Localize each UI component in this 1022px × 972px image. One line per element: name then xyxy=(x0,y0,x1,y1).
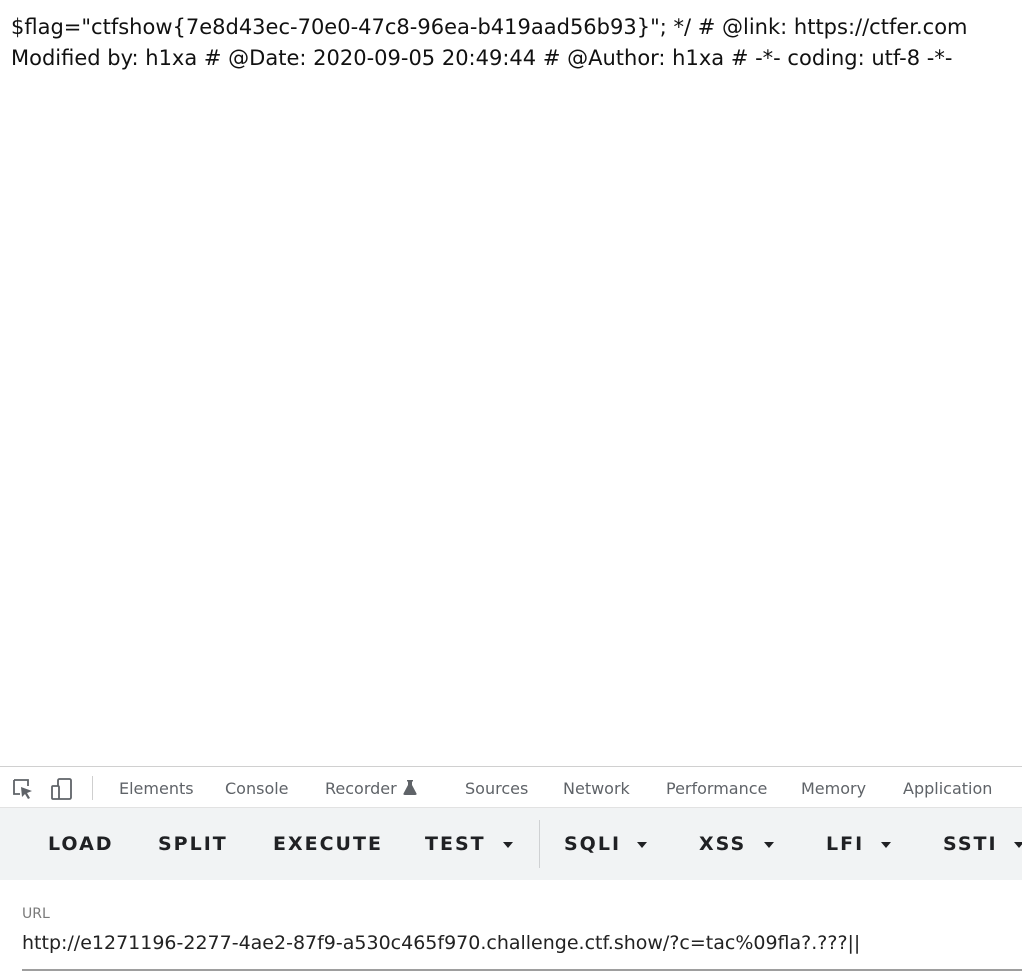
url-label: URL xyxy=(22,906,50,922)
sqli-menu-button[interactable]: SQLI xyxy=(564,833,621,855)
source-comment-line: Modified by: h1xa # @Date: 2020-09-05 20… xyxy=(11,46,953,70)
tab-sources[interactable]: Sources xyxy=(465,779,528,798)
sqli-dropdown-icon[interactable] xyxy=(637,842,647,848)
tab-console[interactable]: Console xyxy=(225,779,289,798)
ssti-dropdown-icon[interactable] xyxy=(1014,842,1022,848)
tab-application[interactable]: Application xyxy=(903,779,992,798)
lfi-dropdown-icon[interactable] xyxy=(881,842,891,848)
test-dropdown-icon[interactable] xyxy=(503,842,513,848)
split-button[interactable]: SPLIT xyxy=(158,833,228,855)
tab-recorder[interactable]: Recorder xyxy=(325,779,397,798)
url-input[interactable] xyxy=(22,928,1018,958)
flask-icon xyxy=(403,780,417,795)
devtools-separator xyxy=(92,776,93,800)
tab-elements[interactable]: Elements xyxy=(119,779,194,798)
url-input-underline xyxy=(22,969,1022,971)
url-field-container: URL xyxy=(0,880,1022,972)
flag-output-line: $flag="ctfshow{7e8d43ec-70e0-47c8-96ea-b… xyxy=(11,15,968,39)
hackbar-separator xyxy=(539,820,540,868)
device-toolbar-icon[interactable] xyxy=(50,777,74,801)
page-content: $flag="ctfshow{7e8d43ec-70e0-47c8-96ea-b… xyxy=(0,0,1022,764)
test-menu-button[interactable]: TEST xyxy=(425,833,486,855)
execute-button[interactable]: EXECUTE xyxy=(273,833,383,855)
hackbar-toolbar: LOAD SPLIT EXECUTE TEST SQLI XSS LFI SST… xyxy=(0,808,1022,880)
xss-dropdown-icon[interactable] xyxy=(764,842,774,848)
browser-window: $flag="ctfshow{7e8d43ec-70e0-47c8-96ea-b… xyxy=(0,0,1022,972)
load-button[interactable]: LOAD xyxy=(48,833,114,855)
tab-network[interactable]: Network xyxy=(563,779,630,798)
lfi-menu-button[interactable]: LFI xyxy=(826,833,864,855)
ssti-menu-button[interactable]: SSTI xyxy=(943,833,998,855)
devtools-tab-bar: Elements Console Recorder Sources Networ… xyxy=(0,766,1022,808)
tab-performance[interactable]: Performance xyxy=(666,779,767,798)
tab-memory[interactable]: Memory xyxy=(801,779,866,798)
xss-menu-button[interactable]: XSS xyxy=(699,833,746,855)
inspect-element-icon[interactable] xyxy=(11,777,35,801)
